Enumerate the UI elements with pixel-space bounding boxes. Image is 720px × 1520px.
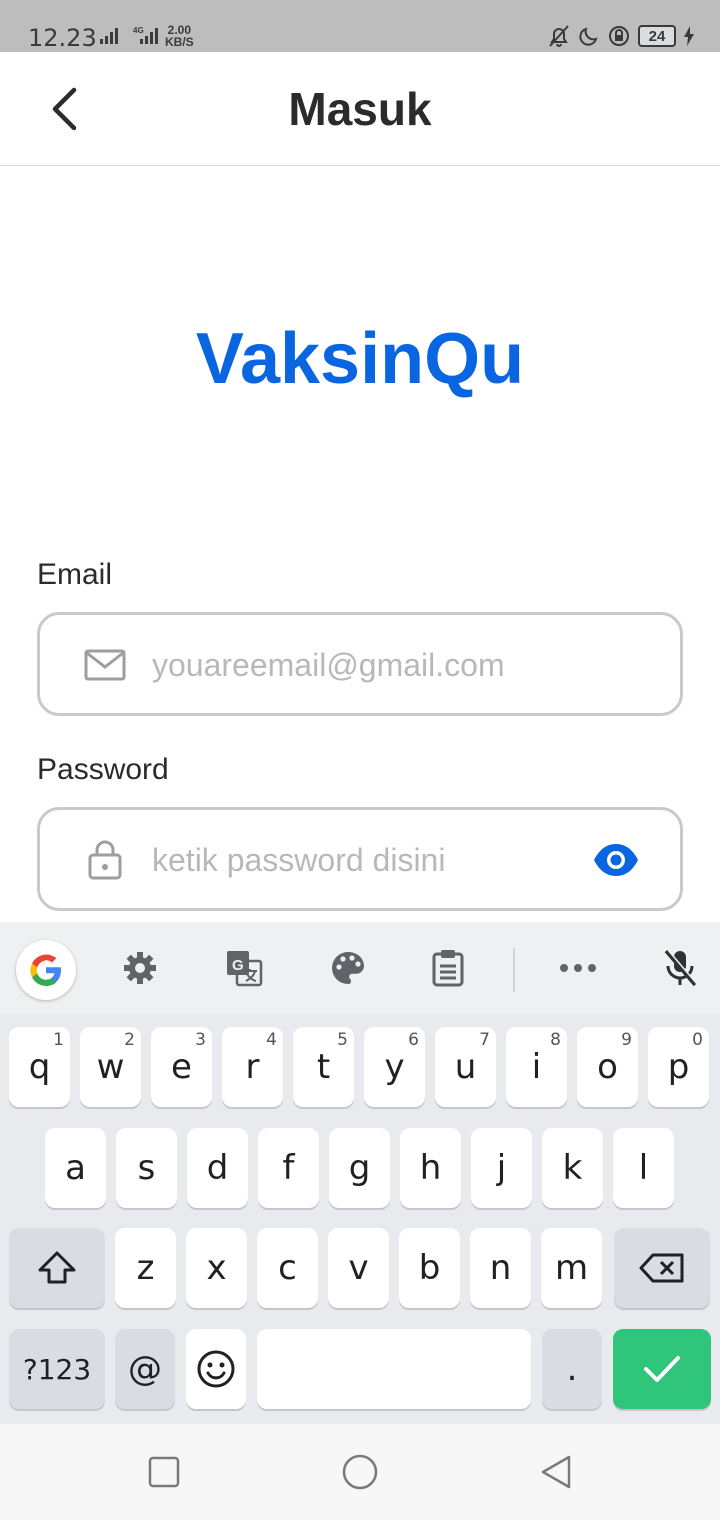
key-l[interactable]: l [613, 1128, 674, 1208]
at-key[interactable]: @ [115, 1329, 175, 1409]
lock-icon [88, 840, 122, 880]
key-label: w [96, 1047, 125, 1087]
svg-text:G: G [232, 957, 244, 974]
password-field[interactable]: ketik password disini [37, 807, 683, 911]
key-hint: 4 [266, 1030, 277, 1050]
key-label: y [384, 1047, 405, 1087]
settings-icon[interactable] [118, 946, 162, 990]
key-label: r [245, 1047, 260, 1087]
key-label: q [28, 1047, 51, 1087]
key-d[interactable]: d [187, 1128, 248, 1208]
key-label: t [316, 1047, 331, 1087]
shift-key[interactable] [9, 1228, 105, 1308]
space-key[interactable] [257, 1329, 531, 1409]
password-placeholder: ketik password disini [152, 842, 446, 878]
home-button[interactable] [340, 1452, 380, 1492]
emoji-icon [197, 1350, 235, 1388]
key-w[interactable]: 2w [80, 1027, 141, 1107]
toolbar-divider [513, 948, 515, 992]
key-j[interactable]: j [471, 1128, 532, 1208]
home-icon [342, 1454, 378, 1490]
key-hint: 8 [550, 1030, 561, 1050]
soft-keyboard: G ?123 @ . 1q2w3e4r5t6y7u8i9o0pasdfghjkl… [0, 922, 720, 1424]
back-icon [541, 1455, 571, 1489]
key-label: i [531, 1047, 542, 1087]
key-y[interactable]: 6y [364, 1027, 425, 1107]
key-k[interactable]: k [542, 1128, 603, 1208]
email-label: Email [37, 558, 113, 591]
nav-back-button[interactable] [536, 1452, 576, 1492]
recent-apps-button[interactable] [144, 1452, 184, 1492]
recent-apps-icon [148, 1456, 180, 1488]
status-icons: 24 [548, 24, 694, 48]
signal-icon-2 [140, 28, 158, 44]
key-hint: 0 [692, 1030, 703, 1050]
mute-icon [549, 25, 569, 47]
email-placeholder: youareemail@gmail.com [152, 647, 505, 683]
key-q[interactable]: 1q [9, 1027, 70, 1107]
key-a[interactable]: a [45, 1128, 106, 1208]
more-icon[interactable] [556, 946, 600, 990]
moon-icon [579, 27, 598, 46]
key-x[interactable]: x [186, 1228, 247, 1308]
eye-icon[interactable] [592, 840, 640, 880]
signal-icon [100, 28, 118, 44]
key-c[interactable]: c [257, 1228, 318, 1308]
mic-off-icon[interactable] [658, 946, 702, 990]
key-label: e [171, 1047, 192, 1087]
key-t[interactable]: 5t [293, 1027, 354, 1107]
key-r[interactable]: 4r [222, 1027, 283, 1107]
mail-icon [84, 649, 126, 681]
app-logo-text: VaksinQu [195, 319, 525, 399]
key-hint: 5 [337, 1030, 348, 1050]
keyboard-toolbar: G [0, 922, 720, 1014]
key-g[interactable]: g [329, 1128, 390, 1208]
key-e[interactable]: 3e [151, 1027, 212, 1107]
status-time: 12.23 [28, 24, 97, 52]
backspace-icon [639, 1253, 684, 1283]
key-hint: 9 [621, 1030, 632, 1050]
key-o[interactable]: 9o [577, 1027, 638, 1107]
key-n[interactable]: n [470, 1228, 531, 1308]
key-f[interactable]: f [258, 1128, 319, 1208]
translate-icon[interactable]: G [222, 946, 266, 990]
enter-key[interactable] [613, 1329, 711, 1409]
key-label: u [454, 1047, 477, 1087]
key-label: p [667, 1047, 690, 1087]
status-bar: 12.23 4G 2.00 KB/S 24 [0, 0, 720, 52]
key-v[interactable]: v [328, 1228, 389, 1308]
key-p[interactable]: 0p [648, 1027, 709, 1107]
clipboard-icon[interactable] [426, 946, 470, 990]
google-icon[interactable] [16, 940, 76, 1000]
navigation-bar [0, 1424, 720, 1520]
shift-icon [38, 1251, 76, 1284]
key-hint: 2 [124, 1030, 135, 1050]
checkmark-icon [644, 1356, 680, 1382]
key-s[interactable]: s [116, 1128, 177, 1208]
backspace-key[interactable] [614, 1228, 710, 1308]
page-title: Masuk [288, 83, 432, 135]
key-label: o [597, 1047, 618, 1087]
emoji-key[interactable] [186, 1329, 246, 1409]
symbols-key[interactable]: ?123 [9, 1329, 105, 1409]
key-b[interactable]: b [399, 1228, 460, 1308]
charging-icon [684, 26, 694, 46]
key-u[interactable]: 7u [435, 1027, 496, 1107]
password-label: Password [37, 753, 169, 786]
key-z[interactable]: z [115, 1228, 176, 1308]
lock-rotation-icon [609, 26, 629, 46]
key-h[interactable]: h [400, 1128, 461, 1208]
key-hint: 3 [195, 1030, 206, 1050]
app-bar: Masuk [0, 52, 720, 166]
battery-icon: 24 [638, 25, 676, 47]
key-hint: 6 [408, 1030, 419, 1050]
key-hint: 1 [53, 1030, 64, 1050]
key-i[interactable]: 8i [506, 1027, 567, 1107]
email-field[interactable]: youareemail@gmail.com [37, 612, 683, 716]
network-speed: 2.00 KB/S [165, 23, 194, 49]
key-hint: 7 [479, 1030, 490, 1050]
palette-icon[interactable] [326, 946, 370, 990]
period-key[interactable]: . [542, 1329, 602, 1409]
key-m[interactable]: m [541, 1228, 602, 1308]
